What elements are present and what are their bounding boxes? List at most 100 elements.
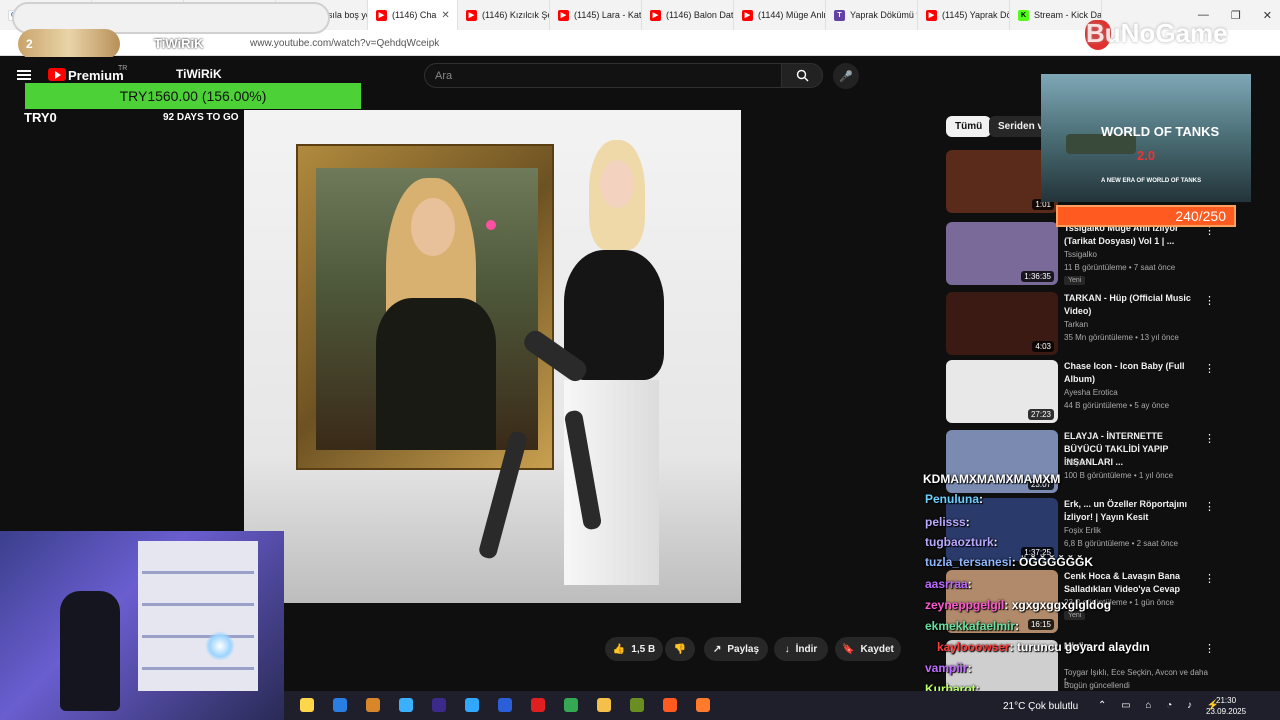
lamp-glow bbox=[205, 631, 235, 661]
save-button[interactable]: 🔖 Kaydet bbox=[835, 637, 901, 661]
download-button[interactable]: ↓ İndir bbox=[774, 637, 828, 661]
video-title[interactable]: TARKAN - Hüp (Official Music Video) bbox=[1064, 292, 1202, 318]
dislike-button[interactable]: 👎 bbox=[665, 637, 695, 661]
video-title[interactable]: Cenk Hoca & Lavaşın Bana Salladıkları Vi… bbox=[1064, 570, 1202, 596]
browser-tab[interactable]: ▶ (1146) Kızılcık Şer bbox=[458, 0, 550, 30]
youtube-icon: ▶ bbox=[926, 9, 937, 21]
new-badge: Yeni bbox=[1064, 276, 1086, 285]
maximize-icon[interactable]: ❐ bbox=[1231, 9, 1241, 22]
recommended-video[interactable]: 1:37:25 Erk, ... un Özeller Röportajını İ… bbox=[946, 498, 1216, 562]
ad-overlay: WORLD OF TANKS 2.0 A NEW ERA OF WORLD OF… bbox=[1041, 74, 1251, 202]
kick-icon: K bbox=[1018, 9, 1029, 21]
chat-text: : bbox=[993, 535, 998, 549]
video-thumbnail[interactable]: 1:37:25 bbox=[946, 498, 1058, 561]
chat-username: KDMAMXMAMXMAMXM bbox=[923, 472, 1061, 486]
video-meta: 44 B görüntüleme • 5 ay önce bbox=[1064, 401, 1170, 410]
tab-label: (1146) Kızılcık Şer bbox=[482, 10, 550, 20]
tab-label: (1146) Balon Date bbox=[666, 10, 734, 20]
recommended-video[interactable]: 1:36:35 Tssigalko Müge Anlı İzliyor (Tari… bbox=[946, 222, 1216, 286]
url-text[interactable]: www.youtube.com/watch?v=QehdqWceipk bbox=[250, 38, 439, 49]
menu-icon[interactable] bbox=[17, 70, 31, 80]
like-button[interactable]: 👍 1,5 B bbox=[605, 637, 663, 661]
chat-message: Penuluna: bbox=[925, 492, 983, 506]
chrome-icon[interactable] bbox=[564, 698, 578, 712]
browser-tab[interactable]: ▶ (1146) Cha ✕ bbox=[368, 0, 458, 30]
painting bbox=[316, 168, 538, 450]
share-button[interactable]: ↗ Paylaş bbox=[704, 637, 768, 661]
shelf-row bbox=[142, 667, 254, 670]
figure-face bbox=[600, 160, 634, 208]
clock[interactable]: 21:30 23.09.2025 bbox=[1206, 695, 1246, 717]
premiere-icon[interactable] bbox=[432, 698, 446, 712]
tab-label: (1145) Yaprak Dök bbox=[942, 10, 1010, 20]
app-icon[interactable] bbox=[630, 698, 644, 712]
mic-button[interactable]: 🎤 bbox=[833, 63, 859, 89]
video-title[interactable]: Chase Icon - Icon Baby (Full Album) bbox=[1064, 360, 1202, 386]
video-channel[interactable]: Tssigalko bbox=[1064, 250, 1097, 259]
chat-text: : turuncu goyard alaydın bbox=[1009, 640, 1150, 654]
browser-tab[interactable]: T Yaprak Dökümü 9 bbox=[826, 0, 918, 30]
tab-label: (1146) Cha bbox=[392, 10, 437, 20]
clock-date: 23.09.2025 bbox=[1206, 707, 1247, 716]
chat-message: ekmekkafaelmir: bbox=[925, 619, 1019, 633]
thumbs-up-icon: 👍 bbox=[612, 643, 626, 655]
chat-username: kaylooowser bbox=[937, 640, 1010, 654]
more-options-icon[interactable]: ⋮ bbox=[1204, 432, 1215, 445]
photoshop-icon[interactable] bbox=[465, 698, 479, 712]
browser-tab[interactable]: ▶ (1145) Lara - Katr bbox=[550, 0, 642, 30]
browser-tab[interactable]: ▶ (1144) Müge Anlı bbox=[734, 0, 826, 30]
app-icon[interactable] bbox=[498, 698, 512, 712]
video-channel[interactable]: Tarkan bbox=[1064, 320, 1088, 329]
twitch-icon: T bbox=[834, 9, 845, 21]
more-options-icon[interactable]: ⋮ bbox=[1204, 500, 1215, 513]
outlook-icon[interactable] bbox=[333, 698, 347, 712]
premium-label: Premium bbox=[68, 68, 124, 83]
video-thumbnail[interactable]: 1:36:35 bbox=[946, 222, 1058, 285]
tab-label: (1145) Lara - Katr bbox=[574, 10, 642, 20]
search-icon bbox=[796, 69, 808, 82]
youtube-icon: ▶ bbox=[558, 9, 569, 21]
store-icon[interactable] bbox=[399, 698, 413, 712]
folder-icon[interactable] bbox=[597, 698, 611, 712]
more-options-icon[interactable]: ⋮ bbox=[1204, 642, 1215, 655]
video-meta: Bugün güncellendi bbox=[1064, 681, 1130, 690]
app-icon[interactable] bbox=[366, 698, 380, 712]
close-window-icon[interactable]: ✕ bbox=[1263, 9, 1272, 22]
browser-tab[interactable]: ▶ (1145) Yaprak Dök bbox=[918, 0, 1010, 30]
video-thumbnail[interactable]: 4:03 bbox=[946, 292, 1058, 355]
video-meta: 35 Mn görüntüleme • 13 yıl önce bbox=[1064, 333, 1179, 342]
video-channel[interactable]: Ayesha Erotica bbox=[1064, 388, 1118, 397]
opera-icon[interactable] bbox=[531, 698, 545, 712]
video-duration: 4:03 bbox=[1032, 341, 1054, 352]
search-button[interactable] bbox=[781, 63, 823, 88]
chat-username: tugbaozturk bbox=[925, 535, 994, 549]
youtube-logo-icon[interactable] bbox=[48, 68, 66, 81]
recommended-video[interactable]: 4:03 TARKAN - Hüp (Official Music Video) T… bbox=[946, 292, 1216, 356]
firefox-icon[interactable] bbox=[696, 698, 710, 712]
browser-tab[interactable]: ▶ (1146) Balon Date bbox=[642, 0, 734, 30]
share-icon: ↗ bbox=[712, 643, 722, 655]
file-explorer-icon[interactable] bbox=[300, 698, 314, 712]
weather-widget[interactable]: 21°C Çok bulutlu bbox=[1003, 701, 1078, 712]
ad-title: WORLD OF TANKS bbox=[1101, 124, 1220, 139]
video-duration: 27:23 bbox=[1027, 409, 1054, 420]
close-tab-icon[interactable]: ✕ bbox=[441, 10, 449, 21]
video-channel[interactable]: Elayco bbox=[1064, 458, 1088, 467]
download-label: İndir bbox=[795, 643, 818, 655]
more-options-icon[interactable]: ⋮ bbox=[1204, 572, 1215, 585]
bookshelf bbox=[138, 541, 258, 691]
tab-label: (1144) Müge Anlı bbox=[758, 10, 826, 20]
search-input[interactable]: Ara bbox=[424, 63, 782, 88]
recommended-video[interactable]: 27:23 Chase Icon - Icon Baby (Full Album)… bbox=[946, 360, 1216, 424]
chip-all[interactable]: Tümü bbox=[946, 116, 992, 137]
painting-face bbox=[411, 198, 455, 256]
obs-icon[interactable] bbox=[663, 698, 677, 712]
more-options-icon[interactable]: ⋮ bbox=[1204, 362, 1215, 375]
video-player[interactable] bbox=[244, 110, 741, 603]
more-options-icon[interactable]: ⋮ bbox=[1204, 294, 1215, 307]
chat-text: : bbox=[1015, 619, 1020, 633]
video-channel[interactable]: Foşix Erlik bbox=[1064, 526, 1101, 535]
video-thumbnail[interactable]: 27:23 bbox=[946, 360, 1058, 423]
shelf-row bbox=[142, 571, 254, 574]
video-title[interactable]: Erk, ... un Özeller Röportajını İzliyor!… bbox=[1064, 498, 1202, 524]
